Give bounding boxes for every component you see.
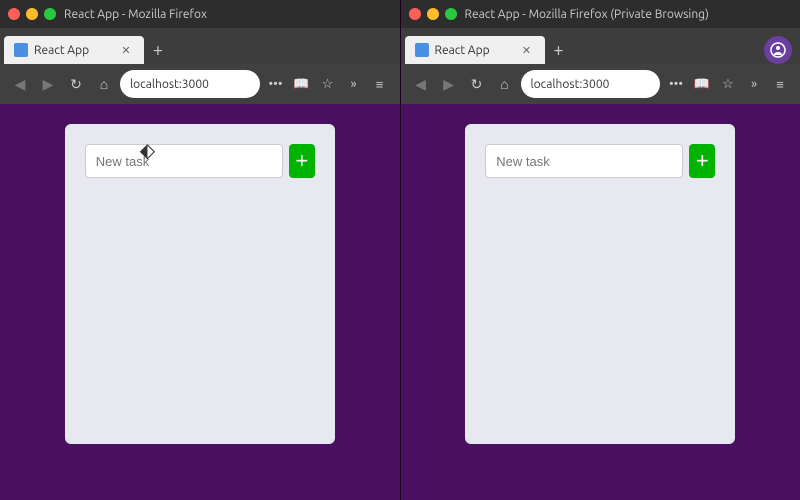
tab-bar-left: React App ✕ + <box>0 28 400 64</box>
app-card-left: + ⬖ <box>65 124 335 444</box>
tab-close-right[interactable]: ✕ <box>519 42 535 58</box>
os-titlebar-left: React App - Mozilla Firefox <box>0 0 400 28</box>
close-button[interactable] <box>8 8 20 20</box>
bookmark-button-left[interactable]: ☆ <box>316 72 340 96</box>
os-titlebar-right: React App - Mozilla Firefox (Private Bro… <box>401 0 800 28</box>
back-button-right[interactable]: ◀ <box>409 72 433 96</box>
bookmark-button-right[interactable]: ☆ <box>716 72 740 96</box>
hamburger-button-left[interactable]: ≡ <box>368 72 392 96</box>
reading-button-right[interactable]: 📖 <box>690 72 714 96</box>
tab-left[interactable]: React App ✕ <box>4 36 144 64</box>
tab-favicon-right <box>415 43 429 57</box>
minimize-button-right[interactable] <box>427 8 439 20</box>
url-bar-left[interactable]: localhost:3000 <box>120 70 260 98</box>
forward-button-left[interactable]: ▶ <box>36 72 60 96</box>
new-tab-button-left[interactable]: + <box>144 36 172 64</box>
browser-window-left: React App - Mozilla Firefox React App ✕ … <box>0 0 401 500</box>
more-button-left[interactable]: ••• <box>264 72 288 96</box>
tab-label-right: React App <box>435 44 513 57</box>
maximize-button[interactable] <box>44 8 56 20</box>
os-window-controls-left[interactable] <box>8 8 56 20</box>
reading-button-left[interactable]: 📖 <box>290 72 314 96</box>
url-text-left: localhost:3000 <box>130 78 250 91</box>
hamburger-button-right[interactable]: ≡ <box>768 72 792 96</box>
add-task-button-left[interactable]: + <box>289 144 315 178</box>
tab-right[interactable]: React App ✕ <box>405 36 545 64</box>
tab-label-left: React App <box>34 44 112 57</box>
home-button-right[interactable]: ⌂ <box>493 72 517 96</box>
task-input-left[interactable] <box>85 144 283 178</box>
os-title-right: React App - Mozilla Firefox (Private Bro… <box>465 8 709 21</box>
private-browsing-badge <box>764 36 792 64</box>
nav-extras-left: ••• 📖 ☆ » ≡ <box>264 72 392 96</box>
task-input-row-right: + <box>485 144 715 178</box>
tab-close-left[interactable]: ✕ <box>118 42 134 58</box>
new-tab-button-right[interactable]: + <box>545 36 573 64</box>
app-card-right: + <box>465 124 735 444</box>
browser-chrome-right: React App ✕ + ◀ ▶ ↻ ⌂ <box>401 28 800 104</box>
navbar-right: ◀ ▶ ↻ ⌂ localhost:3000 ••• 📖 ☆ » ≡ <box>401 64 800 104</box>
url-bar-right[interactable]: localhost:3000 <box>521 70 661 98</box>
more-button-right[interactable]: ••• <box>664 72 688 96</box>
tab-favicon-left <box>14 43 28 57</box>
reload-button-left[interactable]: ↻ <box>64 72 88 96</box>
task-input-row-left: + <box>85 144 315 178</box>
reload-button-right[interactable]: ↻ <box>465 72 489 96</box>
browser-window-right: React App - Mozilla Firefox (Private Bro… <box>401 0 800 500</box>
navbar-left: ◀ ▶ ↻ ⌂ localhost:3000 ••• 📖 ☆ » ≡ <box>0 64 400 104</box>
minimize-button[interactable] <box>26 8 38 20</box>
home-button-left[interactable]: ⌂ <box>92 72 116 96</box>
url-text-right: localhost:3000 <box>531 78 651 91</box>
close-button-right[interactable] <box>409 8 421 20</box>
os-window-controls-right[interactable] <box>409 8 457 20</box>
os-title-left: React App - Mozilla Firefox <box>64 8 207 21</box>
overflow-button-right[interactable]: » <box>742 72 766 96</box>
browser-content-right: + <box>401 104 800 500</box>
task-input-right[interactable] <box>485 144 683 178</box>
forward-button-right[interactable]: ▶ <box>437 72 461 96</box>
add-task-button-right[interactable]: + <box>689 144 715 178</box>
tab-bar-right: React App ✕ + <box>401 28 800 64</box>
browser-chrome-left: React App ✕ + ◀ ▶ ↻ ⌂ localhost:3000 •••… <box>0 28 400 104</box>
back-button-left[interactable]: ◀ <box>8 72 32 96</box>
browser-content-left: + ⬖ <box>0 104 400 500</box>
nav-extras-right: ••• 📖 ☆ » ≡ <box>664 72 792 96</box>
maximize-button-right[interactable] <box>445 8 457 20</box>
overflow-button-left[interactable]: » <box>342 72 366 96</box>
